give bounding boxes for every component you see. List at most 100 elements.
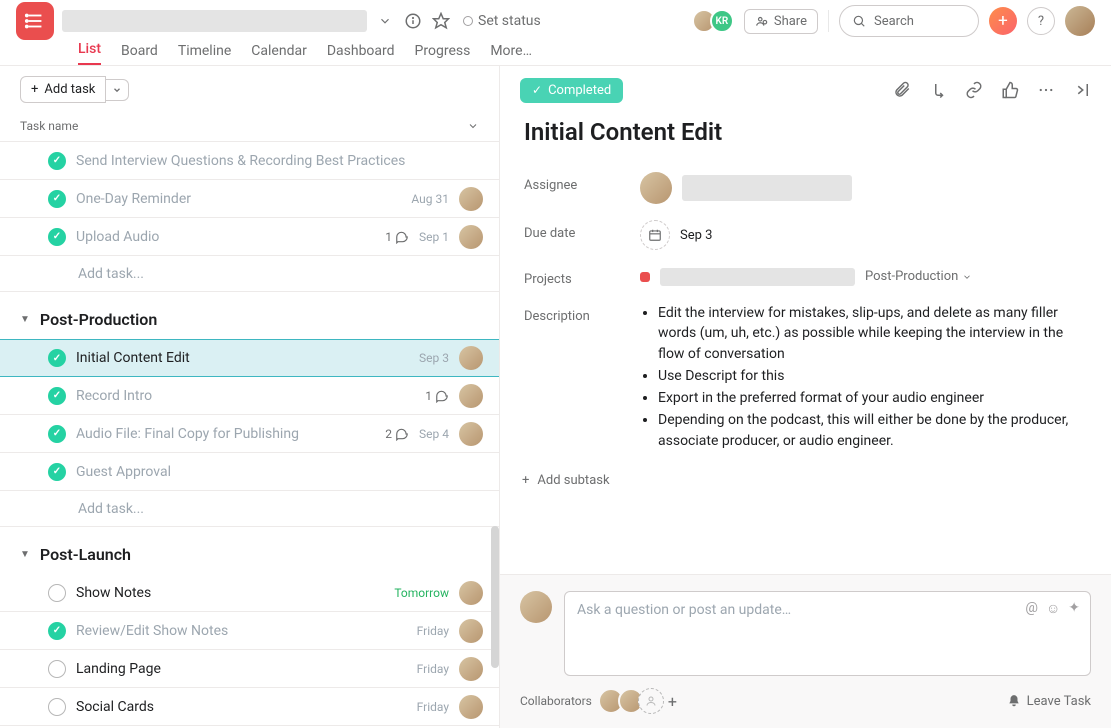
check-icon[interactable] <box>48 698 66 716</box>
plus-icon: + <box>31 82 38 97</box>
subtask-icon[interactable] <box>929 81 947 99</box>
add-collaborator-plus[interactable]: + <box>668 692 677 711</box>
share-label: Share <box>774 14 807 29</box>
task-row[interactable]: Record Intro1 <box>0 377 499 415</box>
section-header[interactable]: ▼Post-Launch <box>0 527 499 574</box>
member-avatars[interactable]: KR <box>698 9 734 33</box>
mention-icon[interactable]: @ <box>1025 600 1038 617</box>
add-subtask-button[interactable]: +Add subtask <box>522 473 1087 488</box>
status-dot-icon <box>463 16 473 26</box>
avatar <box>459 346 483 370</box>
task-row[interactable]: Show NotesTomorrow <box>0 574 499 612</box>
add-collaborator-icon[interactable] <box>638 688 664 714</box>
tab-calendar[interactable]: Calendar <box>251 43 307 65</box>
section-header[interactable]: ▼Post-Production <box>0 292 499 339</box>
search-input[interactable]: Search <box>839 5 979 37</box>
check-icon[interactable] <box>48 349 66 367</box>
tab-dashboard[interactable]: Dashboard <box>327 43 395 65</box>
task-row[interactable]: Guest Approval <box>0 453 499 491</box>
column-menu-icon[interactable] <box>467 120 479 132</box>
check-icon[interactable] <box>48 228 66 246</box>
help-button[interactable]: ? <box>1027 7 1055 35</box>
comment-placeholder: Ask a question or post an update… <box>577 602 791 618</box>
task-row[interactable]: Landing PageFriday <box>0 650 499 688</box>
global-add-button[interactable]: + <box>989 7 1017 35</box>
column-name: Task name <box>20 119 78 133</box>
share-button[interactable]: Share <box>744 9 818 34</box>
check-icon[interactable] <box>48 190 66 208</box>
avatar <box>520 591 552 623</box>
add-task-dropdown[interactable] <box>106 79 129 101</box>
avatar: KR <box>710 9 734 33</box>
task-row[interactable]: Review/Edit Show NotesFriday <box>0 612 499 650</box>
assignee-redacted <box>682 175 852 201</box>
avatar <box>459 695 483 719</box>
comment-count: 1 <box>385 230 409 244</box>
column-header: Task name <box>0 113 499 142</box>
avatar <box>459 422 483 446</box>
add-task-inline[interactable]: Add task... <box>0 491 499 527</box>
project-menu-chevron-icon[interactable] <box>375 11 395 31</box>
check-icon[interactable] <box>48 463 66 481</box>
tab-progress[interactable]: Progress <box>415 43 471 65</box>
task-row[interactable]: Send Interview Questions & Recording Bes… <box>0 142 499 180</box>
collapse-icon: ▼ <box>20 314 30 325</box>
emoji-icon[interactable]: ☺ <box>1046 600 1060 617</box>
task-row[interactable]: Initial Content EditSep 3 <box>0 339 499 377</box>
completed-button[interactable]: Completed <box>520 78 623 103</box>
tab-more[interactable]: More… <box>490 43 532 65</box>
projects-value[interactable]: Post-Production <box>640 266 1087 287</box>
tab-timeline[interactable]: Timeline <box>178 43 231 65</box>
check-icon[interactable] <box>48 660 66 678</box>
project-title-redacted <box>62 10 367 32</box>
plus-icon: + <box>522 473 529 488</box>
add-task-inline[interactable]: Add task... <box>0 256 499 292</box>
description-label: Description <box>524 303 640 453</box>
like-icon[interactable] <box>1001 81 1019 99</box>
avatar <box>459 187 483 211</box>
info-icon[interactable] <box>403 11 423 31</box>
close-panel-icon[interactable] <box>1073 81 1091 99</box>
check-icon[interactable] <box>48 584 66 602</box>
leave-task-button[interactable]: Leave Task <box>1007 694 1091 709</box>
projects-label: Projects <box>524 266 640 287</box>
task-row[interactable]: One-Day ReminderAug 31 <box>0 180 499 218</box>
star-icon[interactable]: ✦ <box>1068 600 1080 617</box>
avatar <box>459 581 483 605</box>
description-value[interactable]: Edit the interview for mistakes, slip-up… <box>640 303 1087 453</box>
avatar <box>459 225 483 249</box>
avatar <box>640 172 672 204</box>
task-row[interactable]: Social CardsFriday <box>0 688 499 726</box>
collapse-icon: ▼ <box>20 549 30 560</box>
avatar <box>459 384 483 408</box>
link-icon[interactable] <box>965 81 983 99</box>
set-status-button[interactable]: Set status <box>463 13 541 29</box>
comment-input[interactable]: Ask a question or post an update… @ ☺ ✦ <box>564 591 1091 676</box>
check-icon[interactable] <box>48 387 66 405</box>
assignee-value[interactable] <box>640 172 1087 204</box>
search-placeholder: Search <box>874 14 914 29</box>
avatar <box>459 657 483 681</box>
tab-board[interactable]: Board <box>121 43 158 65</box>
check-icon[interactable] <box>48 622 66 640</box>
check-icon[interactable] <box>48 425 66 443</box>
task-row[interactable]: Audio File: Final Copy for Publishing2Se… <box>0 415 499 453</box>
set-status-label: Set status <box>478 13 541 29</box>
task-row[interactable]: Upload Audio1Sep 1 <box>0 218 499 256</box>
star-icon[interactable] <box>431 11 451 31</box>
tab-list[interactable]: List <box>78 41 101 65</box>
collaborators-label: Collaborators <box>520 694 592 708</box>
project-icon[interactable] <box>16 2 54 40</box>
avatar <box>459 619 483 643</box>
project-color-icon <box>640 272 650 282</box>
more-icon[interactable] <box>1037 81 1055 99</box>
due-value[interactable]: Sep 3 <box>640 220 1087 250</box>
due-label: Due date <box>524 220 640 250</box>
completed-label: Completed <box>548 83 611 98</box>
attachment-icon[interactable] <box>893 81 911 99</box>
check-icon[interactable] <box>48 152 66 170</box>
calendar-icon <box>640 220 670 250</box>
add-task-button[interactable]: + Add task <box>20 76 106 103</box>
me-avatar[interactable] <box>1065 6 1095 36</box>
task-title[interactable]: Initial Content Edit <box>524 118 1087 146</box>
